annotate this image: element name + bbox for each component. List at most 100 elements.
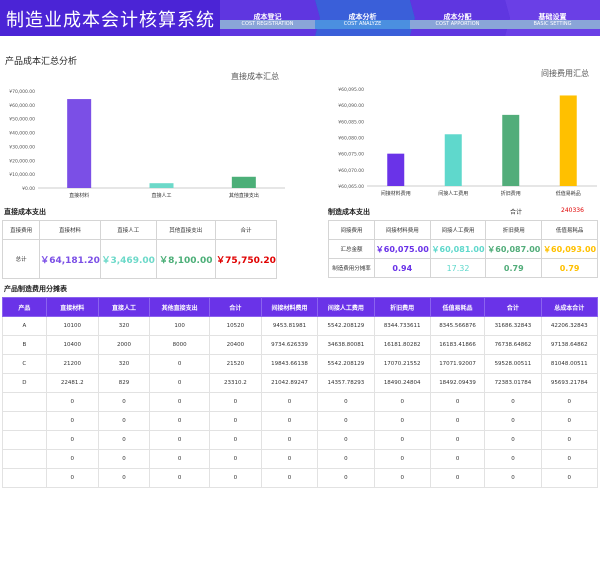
table-cell: 2000 — [97, 335, 151, 355]
y-tick-label: ¥60,070.00 — [338, 168, 364, 174]
table-cell: 81048.00511 — [540, 354, 599, 374]
table-cell: 0 — [429, 449, 486, 469]
direct-cost-title: 直接成本支出 — [4, 208, 46, 216]
nav-tab-sublabel: COST APPORTION — [410, 20, 505, 29]
bar — [444, 134, 462, 186]
y-tick-label: ¥60,095.00 — [338, 87, 364, 93]
indirect-labor-rate: 17.32 — [429, 258, 487, 278]
allocation-header-cell: 直接人工 — [97, 297, 151, 317]
nav-tab-cost-apportion[interactable]: 成本分配 COST APPORTION — [410, 0, 505, 36]
y-tick-label: ¥20,000.00 — [9, 158, 35, 164]
table-cell: 0 — [97, 449, 151, 469]
direct-header-cell: 其他直接支出 — [155, 220, 217, 240]
table-cell: 31686.32843 — [484, 316, 542, 336]
manufacturing-total-value: 240336 — [561, 207, 584, 214]
table-cell: 0 — [260, 449, 319, 469]
table-row: D 22481.2 829 0 23310.2 21042.89247 14357.7829… — [2, 373, 599, 393]
indirect-cost-chart-title: 间接费用汇总 — [541, 69, 589, 78]
table-cell: 0 — [373, 430, 431, 450]
y-tick-label: ¥30,000.00 — [9, 144, 35, 150]
x-tick-label: 其他直接支出 — [229, 192, 259, 199]
manufacturing-cost-title: 制造成本支出 — [328, 208, 370, 216]
table-cell: 0 — [540, 411, 599, 431]
direct-cost-chart: ¥0.00 ¥10,000.00 ¥20,000.00 ¥30,000.00 ¥40,0… — [9, 89, 285, 199]
summary-title: 产品成本汇总分析 — [5, 57, 78, 67]
table-cell: 0 — [317, 449, 375, 469]
table-cell: 0 — [149, 468, 210, 488]
table-cell: 0 — [45, 449, 99, 469]
table-cell: 23310.2 — [208, 373, 262, 393]
bar — [67, 99, 92, 188]
direct-other-total: ￥8,100.00 — [155, 239, 217, 279]
table-cell: 0 — [149, 411, 210, 431]
manufacturing-amount-label: 汇总金额 — [328, 239, 375, 259]
table-cell: 17070.21552 — [373, 354, 431, 374]
table-cell: C — [2, 354, 47, 374]
direct-header-cell: 直接材料 — [39, 220, 101, 240]
y-tick-label: ¥70,000.00 — [9, 89, 35, 95]
nav-tab-sublabel: COST REGISTRATION — [220, 20, 315, 29]
table-cell: 16183.41866 — [429, 335, 486, 355]
table-cell: 19843.66138 — [260, 354, 319, 374]
table-cell: 8345.566876 — [429, 316, 486, 336]
table-cell: 0 — [97, 392, 151, 412]
table-cell: 22481.2 — [45, 373, 99, 393]
manufacturing-header-cell: 间接费用 — [328, 220, 375, 240]
table-cell: 21520 — [208, 354, 262, 374]
allocation-header-cell: 合计 — [484, 297, 542, 317]
table-row: 0000000000 — [2, 449, 599, 469]
y-tick-label: ¥50,000.00 — [9, 117, 35, 123]
table-cell: 0 — [208, 449, 262, 469]
app-title: 制造业成本会计核算系统 — [6, 10, 215, 31]
direct-labor-total: ￥3,469.00 — [99, 239, 157, 279]
nav-tab-basic-setting[interactable]: 基础设置 BASIC SETTING — [505, 0, 600, 36]
bar — [559, 95, 577, 186]
table-cell — [2, 392, 47, 412]
table-cell: 34638.80081 — [317, 335, 375, 355]
table-cell: 0 — [97, 430, 151, 450]
table-cell: 0 — [260, 468, 319, 488]
table-cell: 0 — [149, 430, 210, 450]
allocation-header-cell: 总成本合计 — [540, 297, 599, 317]
allocation-header-cell: 产品 — [2, 297, 47, 317]
table-cell: 17071.92007 — [429, 354, 486, 374]
table-row: 0000000000 — [2, 430, 599, 450]
manufacturing-header-cell: 间接人工费用 — [429, 220, 487, 240]
table-cell: 8000 — [149, 335, 210, 355]
table-cell: 0 — [208, 411, 262, 431]
nav-tab-cost-analyze[interactable]: 成本分析 COST ANALYZE — [315, 0, 410, 36]
allocation-header-cell: 其他直接支出 — [149, 297, 210, 317]
x-tick-label: 折旧费用 — [501, 190, 521, 197]
y-tick-label: ¥60,090.00 — [338, 103, 364, 109]
table-cell: 829 — [97, 373, 151, 393]
allocation-header-cell: 间接人工费用 — [317, 297, 375, 317]
depreciation-amount: ￥60,087.00 — [485, 239, 543, 259]
table-cell: 0 — [373, 468, 431, 488]
indirect-cost-chart: ¥60,065.00 ¥60,070.00 ¥60,075.00 ¥60,080.00… — [338, 87, 597, 197]
table-cell: 0 — [260, 411, 319, 431]
table-cell: 0 — [429, 430, 486, 450]
table-cell: 5542.208129 — [317, 354, 375, 374]
nav-tab-cost-registration[interactable]: 成本登记 COST REGISTRATION — [220, 0, 315, 36]
y-tick-label: ¥10,000.00 — [9, 172, 35, 178]
direct-header-cell: 直接费用 — [1, 220, 41, 240]
table-cell: 95693.21784 — [540, 373, 599, 393]
allocation-header-cell: 低值易耗品 — [429, 297, 486, 317]
nav-tab-sublabel: COST ANALYZE — [315, 20, 410, 29]
table-cell: 0 — [484, 392, 542, 412]
depreciation-rate: 0.79 — [485, 258, 543, 278]
y-tick-label: ¥0.00 — [22, 186, 35, 192]
table-cell: 0 — [540, 468, 599, 488]
table-cell: 0 — [484, 468, 542, 488]
table-cell: 0 — [429, 468, 486, 488]
table-row: 0000000000 — [2, 468, 599, 488]
table-cell: 20400 — [208, 335, 262, 355]
bar — [149, 183, 174, 188]
table-cell: 0 — [484, 430, 542, 450]
table-cell: 0 — [208, 392, 262, 412]
table-cell: 0 — [317, 430, 375, 450]
table-cell: 76738.64862 — [484, 335, 542, 355]
table-cell — [2, 468, 47, 488]
direct-header-cell: 直接人工 — [99, 220, 157, 240]
table-cell: 0 — [97, 468, 151, 488]
